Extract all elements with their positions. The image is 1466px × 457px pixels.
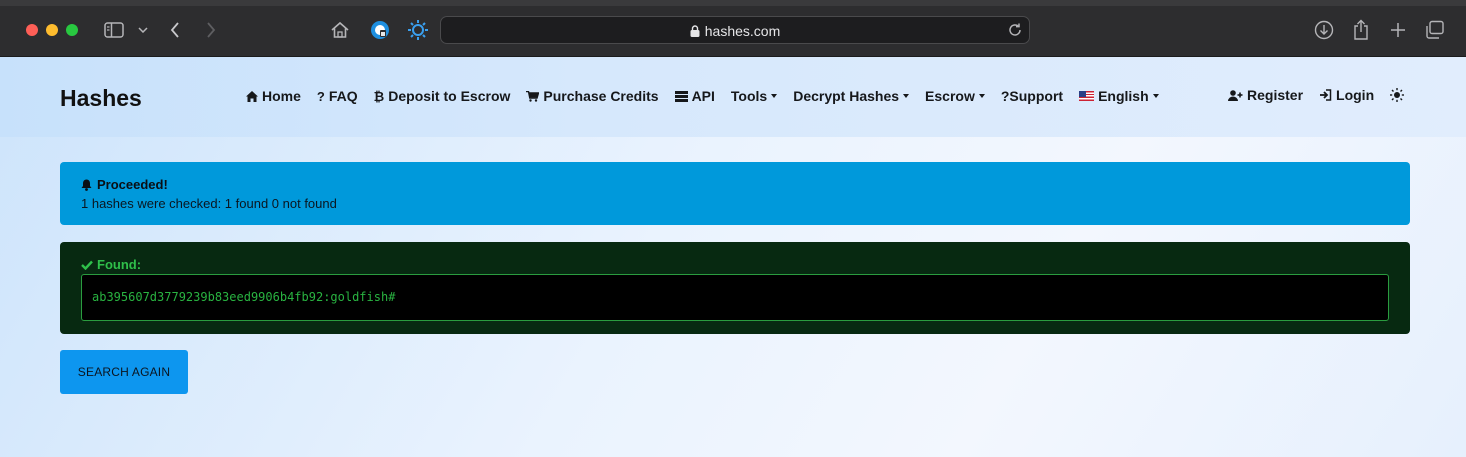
- question-icon: ?: [1000, 88, 1010, 104]
- home-icon[interactable]: [329, 17, 351, 43]
- search-again-button[interactable]: SEARCH AGAIN: [60, 350, 188, 394]
- server-icon: [674, 90, 688, 102]
- nav-faq[interactable]: ? FAQ: [317, 88, 358, 104]
- address-bar[interactable]: hashes.com: [440, 16, 1030, 44]
- extension-icon[interactable]: [369, 17, 391, 43]
- downloads-icon[interactable]: [1313, 17, 1335, 43]
- theme-toggle-sun-icon[interactable]: [1390, 88, 1405, 102]
- url-text: hashes.com: [704, 23, 781, 39]
- nav-escrow[interactable]: Escrow: [925, 88, 985, 104]
- lock-icon: [690, 24, 700, 40]
- sidebar-icon[interactable]: [102, 17, 126, 43]
- web-page: Hashes Home ? FAQ ₿ Deposit to Escrow Pu…: [0, 57, 1466, 457]
- nav-support[interactable]: ? Support: [1001, 88, 1063, 104]
- chevron-down-icon: [903, 94, 910, 98]
- share-icon[interactable]: [1350, 17, 1372, 43]
- proceeded-alert: Proceeded! 1 hashes were checked: 1 foun…: [60, 162, 1410, 225]
- question-icon: ?: [316, 88, 325, 104]
- site-navbar: Hashes Home ? FAQ ₿ Deposit to Escrow Pu…: [0, 57, 1466, 137]
- auth-nav: Register Login: [1228, 87, 1420, 103]
- new-tab-icon[interactable]: [1387, 17, 1409, 43]
- alert-title: Proceeded!: [81, 177, 1389, 192]
- close-window-button[interactable]: [26, 24, 38, 36]
- check-icon: [81, 260, 93, 270]
- browser-chrome: hashes.com: [0, 0, 1466, 57]
- back-icon[interactable]: [166, 17, 184, 43]
- chevron-down-icon: [978, 94, 985, 98]
- nav-decrypt-hashes[interactable]: Decrypt Hashes: [793, 88, 910, 104]
- user-plus-icon: [1228, 89, 1243, 101]
- tab-overview-icon[interactable]: [1424, 17, 1446, 43]
- cart-icon: [526, 90, 540, 102]
- us-flag-icon: [1079, 91, 1095, 101]
- nav-tools[interactable]: Tools: [731, 88, 778, 104]
- found-result-field[interactable]: ab395607d3779239b83eed9906b4fb92:goldfis…: [81, 274, 1389, 321]
- zoom-window-button[interactable]: [66, 24, 78, 36]
- register-link[interactable]: Register: [1228, 87, 1303, 103]
- main-nav: Home ? FAQ ₿ Deposit to Escrow Purchase …: [246, 88, 1175, 104]
- sign-in-icon: [1319, 89, 1332, 101]
- home-icon: [246, 90, 258, 102]
- site-brand[interactable]: Hashes: [60, 85, 142, 112]
- chevron-down-icon: [771, 94, 778, 98]
- chevron-down-icon: [1152, 94, 1159, 98]
- nav-purchase-credits[interactable]: Purchase Credits: [526, 88, 659, 104]
- reload-icon[interactable]: [1007, 22, 1023, 43]
- bitcoin-icon: ₿: [373, 88, 385, 104]
- chevron-down-icon[interactable]: [136, 17, 150, 43]
- minimize-window-button[interactable]: [46, 24, 58, 36]
- nav-deposit-escrow[interactable]: ₿ Deposit to Escrow: [374, 88, 511, 104]
- alert-message: 1 hashes were checked: 1 found 0 not fou…: [81, 196, 337, 211]
- login-link[interactable]: Login: [1319, 87, 1374, 103]
- found-result-panel: Found: ab395607d3779239b83eed9906b4fb92:…: [60, 242, 1410, 334]
- nav-api[interactable]: API: [674, 88, 715, 104]
- dark-reader-icon[interactable]: [406, 17, 430, 43]
- bell-icon: [81, 179, 92, 191]
- nav-language[interactable]: English: [1079, 88, 1159, 104]
- nav-home[interactable]: Home: [246, 88, 301, 104]
- found-title: Found:: [81, 257, 1389, 272]
- tab-strip: [0, 0, 1466, 6]
- forward-icon[interactable]: [202, 17, 220, 43]
